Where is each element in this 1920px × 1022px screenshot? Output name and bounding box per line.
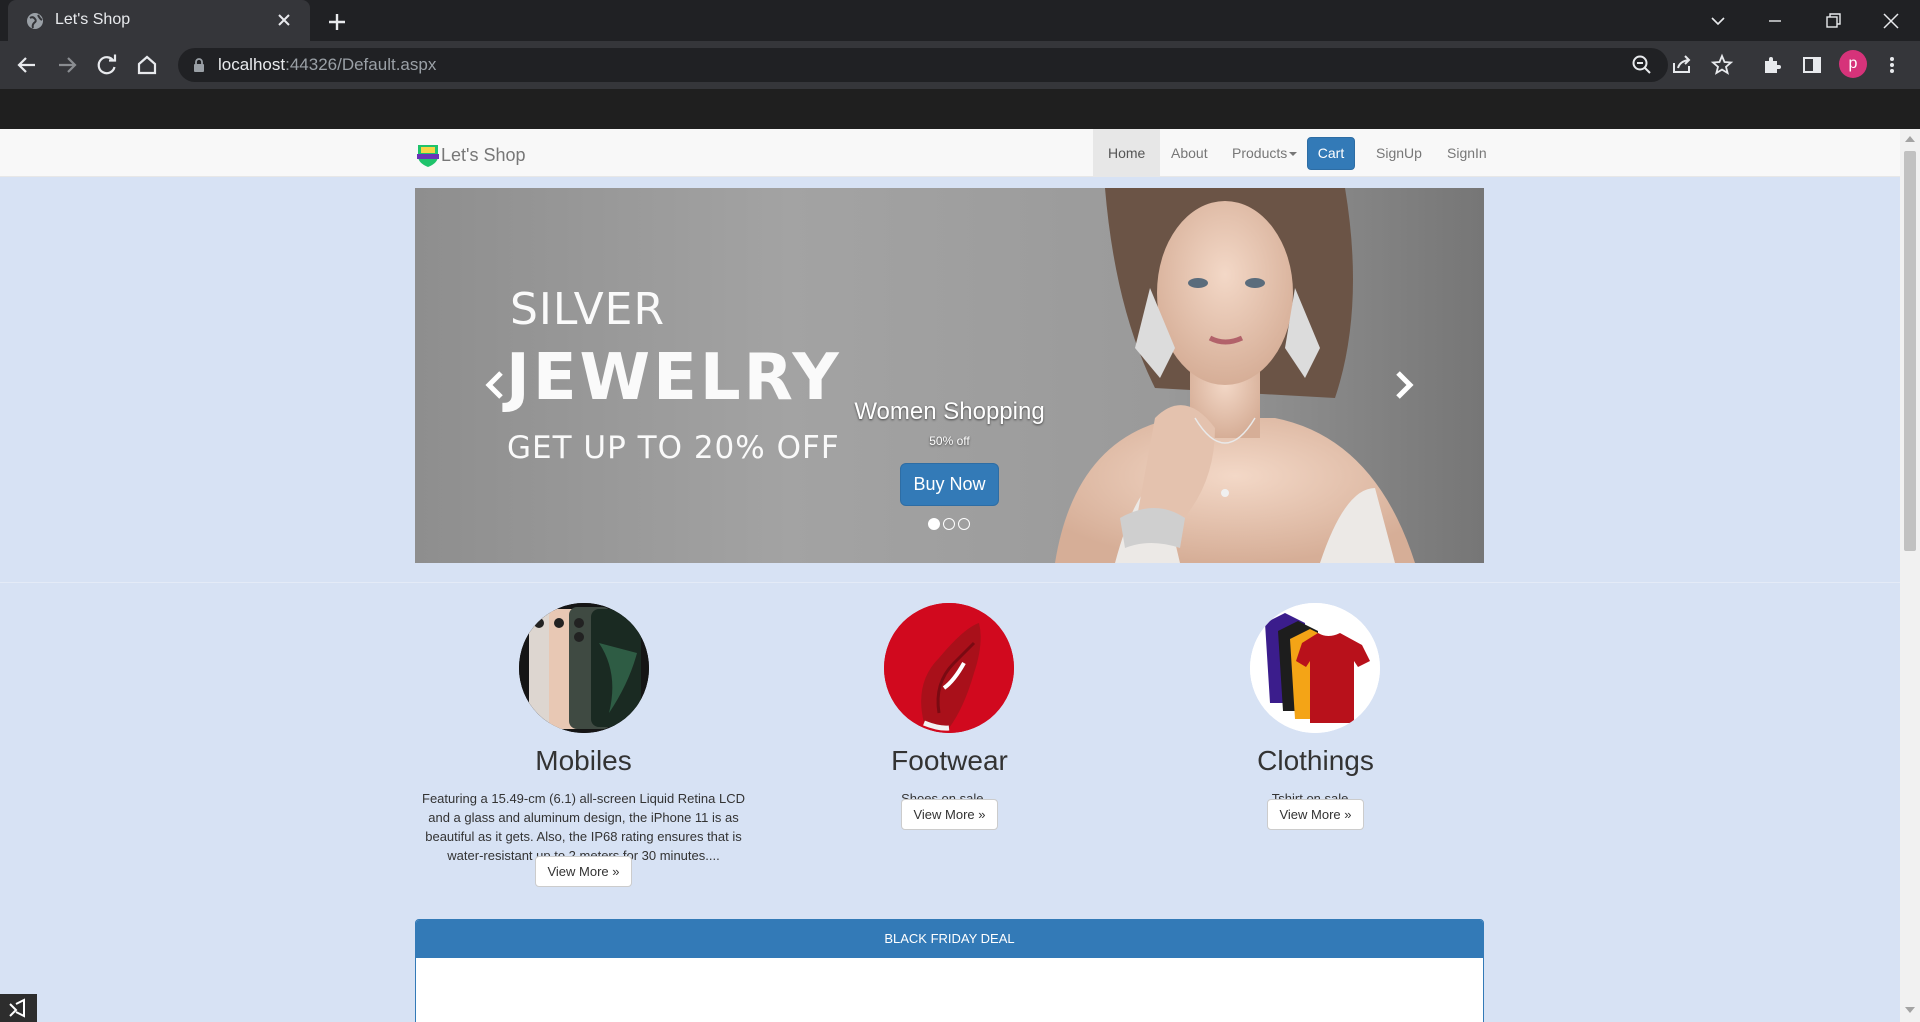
category-title: Mobiles xyxy=(535,745,632,776)
panel-heading: BLACK FRIDAY DEAL xyxy=(416,920,1483,958)
top-band xyxy=(0,89,1920,129)
browser-tabstrip: Let's Shop xyxy=(0,0,1920,41)
globe-icon xyxy=(27,13,43,29)
browser-toolbar: localhost:44326/Default.aspx p xyxy=(0,41,1920,89)
bookmark-star-icon[interactable] xyxy=(1708,51,1736,79)
caption-title: Women Shopping xyxy=(854,398,1045,425)
home-icon[interactable] xyxy=(134,52,160,78)
lock-icon[interactable] xyxy=(192,57,206,73)
browser-tab[interactable]: Let's Shop xyxy=(8,0,310,41)
carousel-caption: Women Shopping 50% off xyxy=(415,398,1484,448)
view-more-button[interactable]: View More » xyxy=(1267,799,1364,830)
nav-signin[interactable]: SignIn xyxy=(1432,129,1502,177)
category-title: Footwear xyxy=(891,745,1008,776)
tab-search-icon[interactable] xyxy=(1703,6,1733,36)
extensions-icon[interactable] xyxy=(1758,51,1786,79)
profile-avatar[interactable]: p xyxy=(1839,50,1867,78)
hero-carousel: SILVER JEWELRY GET UP TO 20% OFF Women S… xyxy=(415,188,1484,563)
scrollbar-thumb[interactable] xyxy=(1904,151,1916,551)
ad-silver-text: SILVER xyxy=(510,284,666,335)
scroll-up-icon[interactable] xyxy=(1905,136,1915,142)
shield-logo-icon xyxy=(417,145,439,167)
category-description: Featuring a 15.49-cm (6.1) all-screen Li… xyxy=(422,791,745,863)
menu-kebab-icon[interactable] xyxy=(1878,51,1906,79)
carousel-prev-icon[interactable] xyxy=(481,368,511,402)
side-panel-icon[interactable] xyxy=(1798,51,1826,79)
visual-studio-icon xyxy=(9,998,25,1018)
minimize-icon[interactable] xyxy=(1760,6,1790,36)
caption-subtitle: 50% off xyxy=(929,434,970,448)
carousel-next-icon[interactable] xyxy=(1388,368,1418,402)
nav-signup[interactable]: SignUp xyxy=(1361,129,1437,177)
address-bar[interactable]: localhost:44326/Default.aspx xyxy=(178,48,1668,82)
view-more-button[interactable]: View More » xyxy=(535,856,632,887)
caret-down-icon xyxy=(1289,152,1298,157)
close-tab-icon[interactable] xyxy=(274,10,294,30)
view-more-button[interactable]: View More » xyxy=(901,799,998,830)
new-tab-icon[interactable] xyxy=(324,9,350,35)
close-window-icon[interactable] xyxy=(1876,6,1906,36)
site-navbar: Let's Shop Home About Products Cart Sign… xyxy=(0,129,1900,177)
clothings-image xyxy=(1250,603,1380,733)
carousel-indicator[interactable] xyxy=(928,518,940,530)
nav-home[interactable]: Home xyxy=(1093,129,1161,177)
buy-now-button[interactable]: Buy Now xyxy=(900,463,999,506)
nav-about[interactable]: About xyxy=(1156,129,1223,177)
cart-button[interactable]: Cart xyxy=(1307,137,1355,170)
footwear-image xyxy=(884,603,1014,733)
url-text[interactable]: localhost:44326/Default.aspx xyxy=(218,55,436,75)
tshirt-illustration xyxy=(1250,603,1380,733)
page-viewport: Let's Shop Home About Products Cart Sign… xyxy=(0,129,1900,1022)
reload-icon[interactable] xyxy=(94,52,120,78)
section-divider xyxy=(0,582,1900,583)
back-icon[interactable] xyxy=(14,52,40,78)
forward-icon[interactable] xyxy=(54,52,80,78)
page-scrollbar[interactable] xyxy=(1900,129,1920,1022)
phone-illustration xyxy=(519,603,649,733)
scroll-down-icon[interactable] xyxy=(1905,1007,1915,1013)
nav-products-label: Products xyxy=(1232,145,1288,161)
tab-title: Let's Shop xyxy=(55,11,131,28)
devtools-badge[interactable] xyxy=(0,994,37,1022)
black-friday-panel: BLACK FRIDAY DEAL xyxy=(415,919,1484,1022)
mobiles-image xyxy=(519,603,649,733)
restore-icon[interactable] xyxy=(1818,6,1848,36)
brand-name: Let's Shop xyxy=(441,145,526,165)
shoe-illustration xyxy=(884,603,1014,733)
nav-products[interactable]: Products xyxy=(1217,129,1312,177)
carousel-indicator[interactable] xyxy=(958,518,970,530)
zoom-icon[interactable] xyxy=(1628,51,1656,79)
carousel-indicator[interactable] xyxy=(943,518,955,530)
category-title: Clothings xyxy=(1257,745,1374,776)
share-icon[interactable] xyxy=(1668,51,1696,79)
